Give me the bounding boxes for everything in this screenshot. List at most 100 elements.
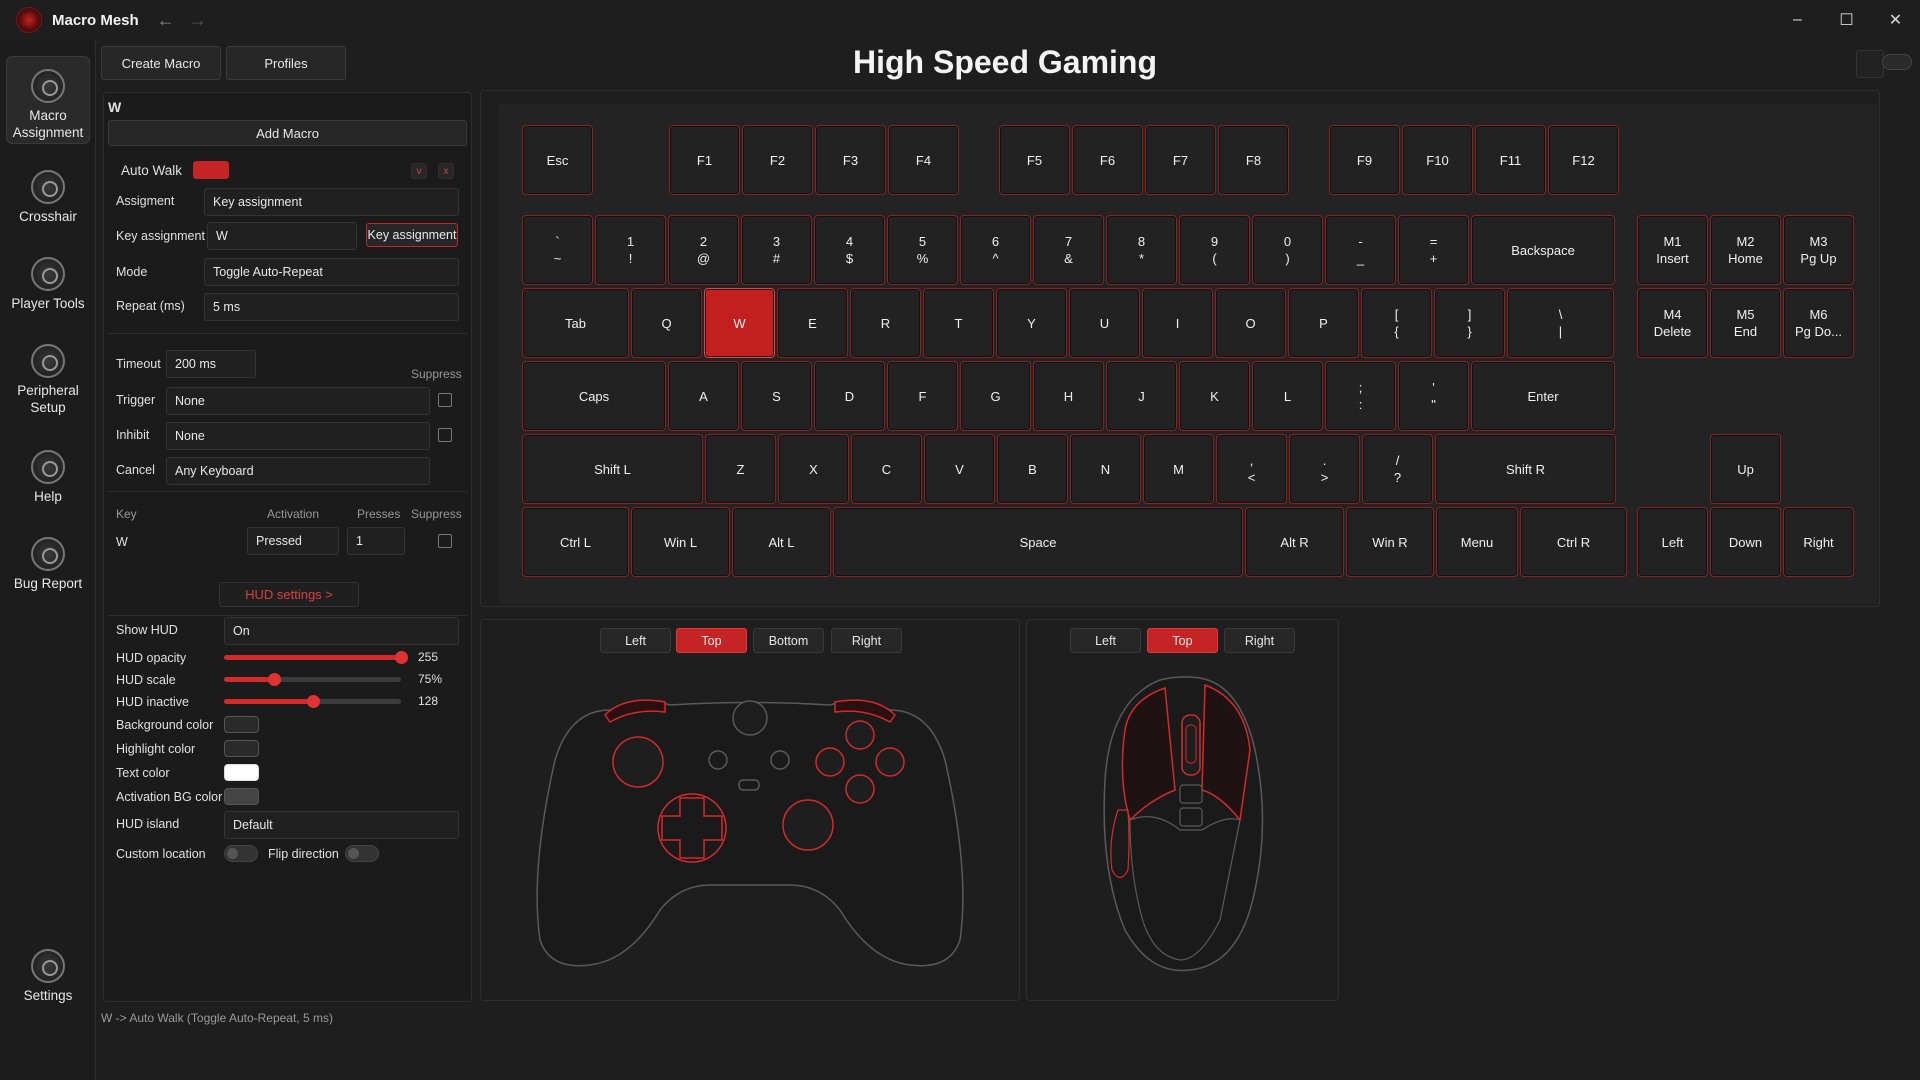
key-o[interactable]: O <box>1215 288 1286 358</box>
row-suppress-checkbox[interactable] <box>438 534 452 548</box>
key-5[interactable]: 5% <box>887 215 958 285</box>
mode-select[interactable]: Toggle Auto-Repeat <box>204 258 459 286</box>
activation-select[interactable]: Pressed <box>247 527 339 555</box>
key-f11[interactable]: F11 <box>1475 125 1546 195</box>
mouse-view-left[interactable]: Left <box>1070 628 1141 653</box>
text-color-swatch[interactable] <box>224 764 259 781</box>
key-a[interactable]: A <box>668 361 739 431</box>
controller-view-left[interactable]: Left <box>600 628 671 653</box>
key-f5[interactable]: F5 <box>999 125 1070 195</box>
key-n[interactable]: N <box>1070 434 1141 504</box>
key-assignment-button[interactable]: Key assignment <box>366 223 458 247</box>
key-q[interactable]: Q <box>631 288 702 358</box>
controller-view-bottom[interactable]: Bottom <box>753 628 824 653</box>
assignment-select[interactable]: Key assignment <box>204 188 459 216</box>
key-h[interactable]: H <box>1033 361 1104 431</box>
forward-arrow-icon[interactable]: → <box>189 10 207 31</box>
key-0[interactable]: 0) <box>1252 215 1323 285</box>
key-down[interactable]: Down <box>1710 507 1781 577</box>
key-ctrl-r[interactable]: Ctrl R <box>1520 507 1627 577</box>
key-r[interactable]: R <box>850 288 921 358</box>
key-y[interactable]: Y <box>996 288 1067 358</box>
key-alt-l[interactable]: Alt L <box>732 507 831 577</box>
key-sym[interactable]: - _ <box>1325 215 1396 285</box>
overlay-toggle[interactable] <box>1882 54 1912 70</box>
sidebar-item-crosshair[interactable]: Crosshair <box>6 170 90 225</box>
key-sym[interactable]: . > <box>1289 434 1360 504</box>
add-macro-button[interactable]: Add Macro <box>108 120 467 146</box>
key-sym[interactable]: ' " <box>1398 361 1469 431</box>
close-window-button[interactable]: ✕ <box>1871 0 1920 40</box>
key-f7[interactable]: F7 <box>1145 125 1216 195</box>
key-3[interactable]: 3 # <box>741 215 812 285</box>
key-7[interactable]: 7 & <box>1033 215 1104 285</box>
key-sym[interactable]: ]} <box>1434 288 1505 358</box>
key-f3[interactable]: F3 <box>815 125 886 195</box>
tab-profiles[interactable]: Profiles <box>226 46 346 80</box>
key-sym[interactable]: ` ~ <box>522 215 593 285</box>
sidebar-item-help[interactable]: Help <box>6 450 90 505</box>
hud-inactive-slider[interactable] <box>224 695 401 708</box>
key-c[interactable]: C <box>851 434 922 504</box>
hud-scale-slider[interactable] <box>224 673 401 686</box>
collapse-macro-button[interactable]: v <box>411 163 427 179</box>
presses-input[interactable]: 1 <box>347 527 405 555</box>
sidebar-item-macro-assignment[interactable]: Macro Assignment <box>6 56 90 144</box>
custom-location-toggle[interactable] <box>224 845 258 862</box>
key-win-l[interactable]: Win L <box>631 507 730 577</box>
key-backspace[interactable]: Backspace <box>1471 215 1615 285</box>
key-f2[interactable]: F2 <box>742 125 813 195</box>
key-m6[interactable]: M6 Pg Do... <box>1783 288 1854 358</box>
key-m2[interactable]: M2 Home <box>1710 215 1781 285</box>
show-hud-select[interactable]: On <box>224 617 459 645</box>
key-m3[interactable]: M3 Pg Up <box>1783 215 1854 285</box>
key-sym[interactable]: , < <box>1216 434 1287 504</box>
key-shift-l[interactable]: Shift L <box>522 434 703 504</box>
key-d[interactable]: D <box>814 361 885 431</box>
key-assignment-field[interactable]: W <box>207 222 357 250</box>
key-tab[interactable]: Tab <box>522 288 629 358</box>
key-f4[interactable]: F4 <box>888 125 959 195</box>
flip-direction-toggle[interactable] <box>345 845 379 862</box>
key-sym[interactable]: = + <box>1398 215 1469 285</box>
key-4[interactable]: 4 $ <box>814 215 885 285</box>
key-t[interactable]: T <box>923 288 994 358</box>
key-sym[interactable]: \ | <box>1507 288 1614 358</box>
key-m4[interactable]: M4 Delete <box>1637 288 1708 358</box>
key-v[interactable]: V <box>924 434 995 504</box>
slider-thumb[interactable] <box>395 651 408 664</box>
key-s[interactable]: S <box>741 361 812 431</box>
key-x[interactable]: X <box>778 434 849 504</box>
sidebar-item-peripheral-setup[interactable]: Peripheral Setup <box>6 344 90 416</box>
key-shift-r[interactable]: Shift R <box>1435 434 1616 504</box>
maximize-button[interactable]: ☐ <box>1822 0 1871 40</box>
key-i[interactable]: I <box>1142 288 1213 358</box>
key-2[interactable]: 2 @ <box>668 215 739 285</box>
controller-view-right[interactable]: Right <box>831 628 902 653</box>
key-f8[interactable]: F8 <box>1218 125 1289 195</box>
mouse-view-top[interactable]: Top <box>1147 628 1218 653</box>
key-enter[interactable]: Enter <box>1471 361 1615 431</box>
key-sym[interactable]: ;: <box>1325 361 1396 431</box>
sidebar-item-player-tools[interactable]: Player Tools <box>6 257 90 312</box>
key-1[interactable]: 1! <box>595 215 666 285</box>
delete-macro-button[interactable]: x <box>438 163 454 179</box>
key-f6[interactable]: F6 <box>1072 125 1143 195</box>
inhibit-select[interactable]: None <box>166 422 430 450</box>
key-sym[interactable]: [{ <box>1361 288 1432 358</box>
key-up[interactable]: Up <box>1710 434 1781 504</box>
key-b[interactable]: B <box>997 434 1068 504</box>
key-f[interactable]: F <box>887 361 958 431</box>
key-9[interactable]: 9( <box>1179 215 1250 285</box>
key-z[interactable]: Z <box>705 434 776 504</box>
key-ctrl-l[interactable]: Ctrl L <box>522 507 629 577</box>
key-w[interactable]: W <box>704 288 775 358</box>
key-right[interactable]: Right <box>1783 507 1854 577</box>
hud-island-select[interactable]: Default <box>224 811 459 839</box>
key-6[interactable]: 6 ^ <box>960 215 1031 285</box>
key-e[interactable]: E <box>777 288 848 358</box>
background-color-swatch[interactable] <box>224 716 259 733</box>
highlight-color-swatch[interactable] <box>224 740 259 757</box>
key-win-r[interactable]: Win R <box>1346 507 1434 577</box>
tab-create-macro[interactable]: Create Macro <box>101 46 221 80</box>
